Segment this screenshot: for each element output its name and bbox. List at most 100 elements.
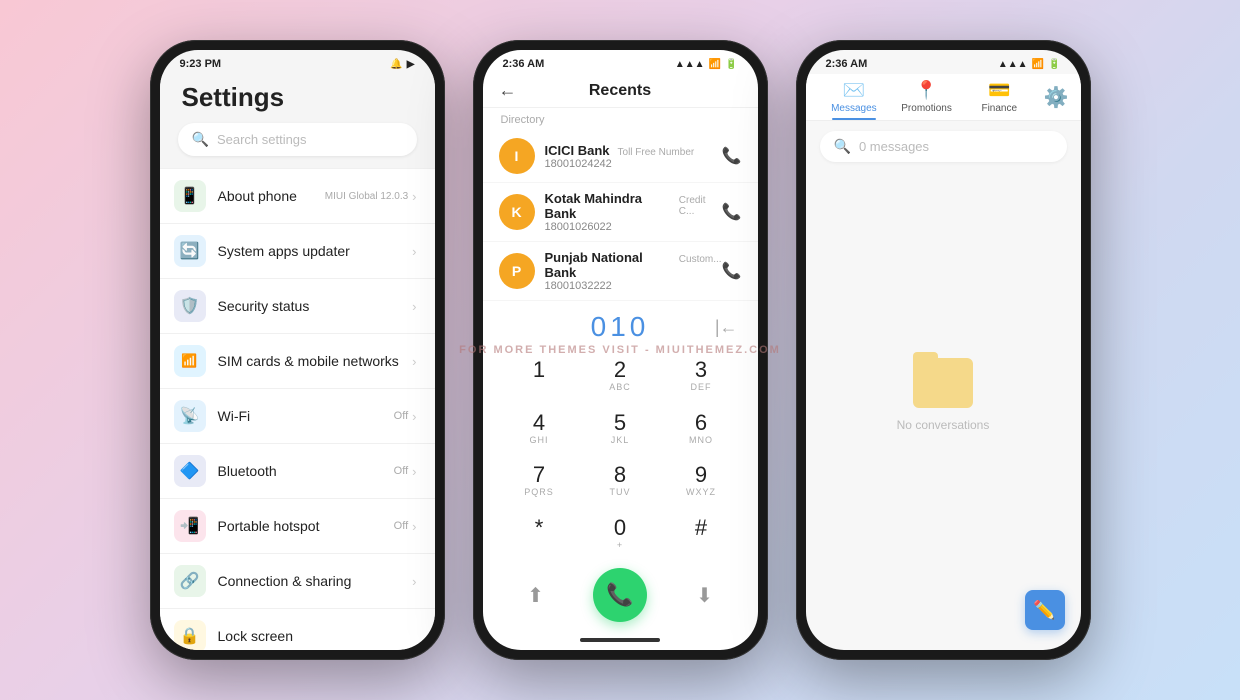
- updater-right: ›: [412, 244, 416, 259]
- back-button[interactable]: ←: [499, 80, 517, 101]
- settings-item-updater[interactable]: 🔄 System apps updater ›: [160, 224, 435, 279]
- contact-num: 18001024242: [545, 158, 722, 170]
- messages-settings-button[interactable]: ⚙️: [1044, 85, 1069, 116]
- updater-icon: 🔄: [174, 235, 206, 267]
- contact-num: 18001026022: [545, 221, 722, 233]
- sim-label: SIM cards & mobile networks: [218, 353, 413, 369]
- search-icon: 🔍: [192, 131, 209, 148]
- dial-key-4[interactable]: 4 GHI: [499, 402, 580, 455]
- search-icon: 🔍: [834, 138, 851, 155]
- bluetooth-right: Off ›: [394, 464, 417, 479]
- dial-key-7[interactable]: 7 PQRS: [499, 455, 580, 508]
- status-icons: 🔔 ▶: [390, 59, 414, 70]
- call-icon[interactable]: 📞: [722, 202, 742, 222]
- search-placeholder: Search settings: [217, 132, 307, 147]
- compose-button[interactable]: ✏️: [1025, 590, 1065, 630]
- wifi-label: Wi-Fi: [218, 408, 394, 424]
- lock-label: Lock screen: [218, 628, 417, 644]
- hotspot-right: Off ›: [394, 519, 417, 534]
- contact-name: Punjab National Bank: [545, 250, 671, 280]
- dial-key-5[interactable]: 5 JKL: [580, 402, 661, 455]
- empty-folder-icon: [908, 348, 978, 408]
- settings-item-hotspot[interactable]: 📲 Portable hotspot Off ›: [160, 499, 435, 554]
- dial-key-8[interactable]: 8 TUV: [580, 455, 661, 508]
- directory-label: Directory: [483, 108, 758, 130]
- chevron-icon: ›: [412, 574, 416, 589]
- status-bar-messages: 2:36 AM ▲▲▲ 📶 🔋: [806, 50, 1081, 74]
- notification-icon: 🔔: [390, 59, 402, 70]
- dial-key-9[interactable]: 9 WXYZ: [661, 455, 742, 508]
- chevron-icon: ›: [412, 464, 416, 479]
- backspace-button[interactable]: |←: [715, 317, 738, 338]
- hotspot-label: Portable hotspot: [218, 518, 394, 534]
- sim-icon: 📶: [174, 345, 206, 377]
- dialpad: 1 2 ABC 3 DEF 4 GHI 5 JKL: [483, 349, 758, 560]
- signal-bars: ▲▲▲: [675, 59, 705, 70]
- settings-screen: 9:23 PM 🔔 ▶ Settings 🔍 Search settings 📱: [160, 50, 435, 650]
- wifi-icon: 📡: [174, 400, 206, 432]
- messages-search-placeholder: 0 messages: [859, 139, 929, 154]
- call-icon[interactable]: 📞: [722, 261, 742, 281]
- dial-key-3[interactable]: 3 DEF: [661, 349, 742, 402]
- messages-search-bar[interactable]: 🔍 0 messages: [820, 131, 1067, 162]
- bluetooth-label: Bluetooth: [218, 463, 394, 479]
- call-button[interactable]: 📞: [593, 568, 647, 622]
- settings-item-connection[interactable]: 🔗 Connection & sharing ›: [160, 554, 435, 609]
- status-icons-messages: ▲▲▲ 📶 🔋: [998, 59, 1061, 70]
- settings-item-bluetooth[interactable]: 🔷 Bluetooth Off ›: [160, 444, 435, 499]
- settings-title: Settings: [160, 74, 435, 123]
- contact-num: 18001032222: [545, 280, 722, 292]
- finance-tab-label: Finance: [981, 103, 1017, 114]
- contact-item-kotak[interactable]: K Kotak Mahindra Bank Credit C... 180010…: [483, 183, 758, 242]
- dial-key-6[interactable]: 6 MNO: [661, 402, 742, 455]
- wifi-right: Off ›: [394, 409, 417, 424]
- compose-icon: ✏️: [1033, 600, 1055, 621]
- about-label: About phone: [218, 188, 325, 204]
- phone-messages: 2:36 AM ▲▲▲ 📶 🔋 ✉️ Messages 📍 Promotions: [796, 40, 1091, 660]
- dial-key-1[interactable]: 1: [499, 349, 580, 402]
- scroll-down-button[interactable]: ⬇: [696, 583, 713, 608]
- status-time: 9:23 PM: [180, 58, 222, 70]
- tab-messages[interactable]: ✉️ Messages: [818, 80, 891, 120]
- connection-label: Connection & sharing: [218, 573, 413, 589]
- updater-label: System apps updater: [218, 243, 413, 259]
- dial-key-hash[interactable]: #: [661, 507, 742, 560]
- contact-tag: Toll Free Number: [618, 147, 695, 158]
- dial-display: 010 |←: [483, 301, 758, 349]
- settings-item-about[interactable]: 📱 About phone MIUI Global 12.0.3 ›: [160, 168, 435, 224]
- security-icon: 🛡️: [174, 290, 206, 322]
- status-bar-settings: 9:23 PM 🔔 ▶: [160, 50, 435, 74]
- battery-icon: 🔋: [1048, 59, 1060, 70]
- contact-name: ICICI Bank: [545, 143, 610, 158]
- contact-item-pnb[interactable]: P Punjab National Bank Custom... 1800103…: [483, 242, 758, 301]
- contact-item-icici[interactable]: I ICICI Bank Toll Free Number 1800102424…: [483, 130, 758, 183]
- tab-finance[interactable]: 💳 Finance: [963, 80, 1036, 120]
- status-time-dialer: 2:36 AM: [503, 58, 545, 70]
- status-time-messages: 2:36 AM: [826, 58, 868, 70]
- dialer-header: ← Recents: [483, 74, 758, 108]
- dial-key-star[interactable]: *: [499, 507, 580, 560]
- phone-settings: 9:23 PM 🔔 ▶ Settings 🔍 Search settings 📱: [150, 40, 445, 660]
- settings-item-lock[interactable]: 🔒 Lock screen: [160, 609, 435, 650]
- contact-avatar: K: [499, 194, 535, 230]
- finance-tab-icon: 💳: [988, 80, 1010, 101]
- settings-search-bar[interactable]: 🔍 Search settings: [178, 123, 417, 156]
- battery-icon: 🔋: [725, 59, 737, 70]
- settings-item-wifi[interactable]: 📡 Wi-Fi Off ›: [160, 389, 435, 444]
- sim-right: ›: [412, 354, 416, 369]
- messages-tabs: ✉️ Messages 📍 Promotions 💳 Finance ⚙️: [806, 74, 1081, 121]
- call-icon[interactable]: 📞: [722, 146, 742, 166]
- dial-key-0[interactable]: 0 +: [580, 507, 661, 560]
- dial-key-2[interactable]: 2 ABC: [580, 349, 661, 402]
- chevron-icon: ›: [412, 244, 416, 259]
- security-label: Security status: [218, 298, 413, 314]
- messages-tab-label: Messages: [831, 103, 877, 114]
- settings-item-security[interactable]: 🛡️ Security status ›: [160, 279, 435, 334]
- tab-promotions[interactable]: 📍 Promotions: [890, 80, 963, 120]
- lock-icon: 🔒: [174, 620, 206, 650]
- chevron-icon: ›: [412, 409, 416, 424]
- dial-actions: ⬆ 📞 ⬇: [483, 560, 758, 638]
- bottom-bar: [580, 638, 660, 642]
- scroll-up-button[interactable]: ⬆: [527, 583, 544, 608]
- settings-item-sim[interactable]: 📶 SIM cards & mobile networks ›: [160, 334, 435, 389]
